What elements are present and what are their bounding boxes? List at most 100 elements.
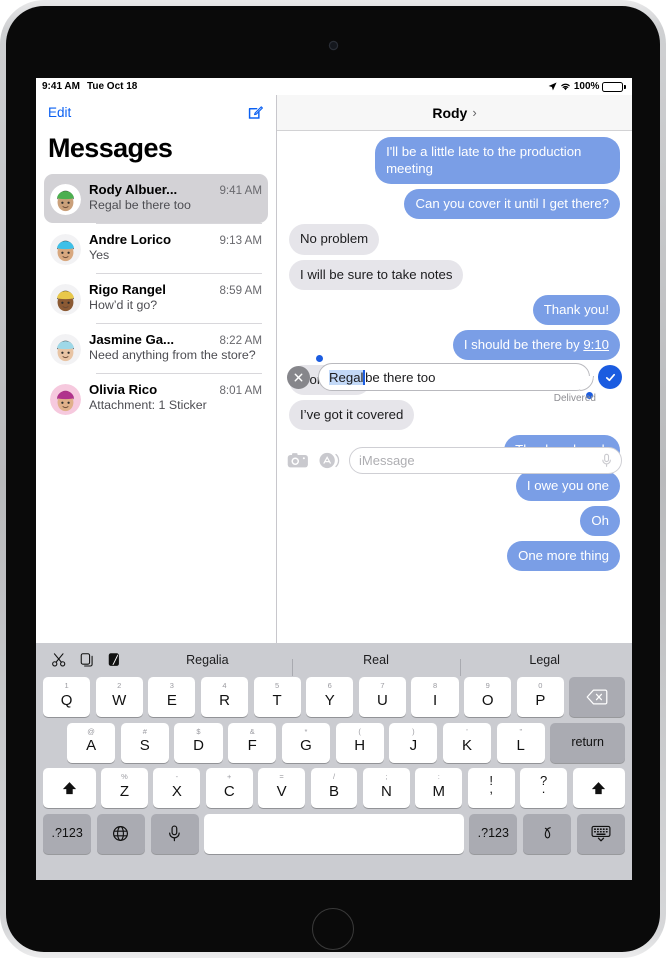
key-u[interactable]: 7U — [358, 677, 406, 717]
scissors-icon[interactable] — [52, 652, 67, 668]
key-c[interactable]: + C — [205, 768, 253, 808]
checkmark-icon[interactable] — [598, 365, 622, 389]
message-row: I’ve got it covered — [283, 400, 620, 431]
numbers-key-left[interactable]: .?123 — [43, 813, 92, 854]
front-camera — [329, 42, 337, 49]
key-x[interactable]: -X — [153, 768, 201, 808]
key-l[interactable]: ” L — [496, 722, 545, 763]
key-label: Y — [324, 691, 335, 709]
conversation-header[interactable]: Rody › — [277, 95, 632, 131]
space-key[interactable] — [204, 813, 464, 854]
key-f[interactable]: & F — [228, 722, 277, 763]
message-bubble[interactable]: I will be sure to take notes — [283, 259, 464, 290]
copy-icon[interactable] — [80, 652, 95, 668]
key-label: E — [166, 691, 177, 709]
selection-handle-start[interactable] — [315, 355, 323, 362]
autocorrect-suggestions: Regalia Real Legal — [123, 643, 629, 677]
datetime-link[interactable]: 9:10 — [583, 337, 609, 352]
key-t[interactable]: 5T — [253, 677, 301, 717]
key-b[interactable]: / B — [310, 768, 358, 808]
dismiss-keyboard-icon[interactable] — [576, 813, 626, 854]
keyboard-row-3: % Z - X + C = V / B; N: M!,?. — [39, 768, 629, 808]
globe-icon[interactable] — [96, 813, 146, 854]
key-label: N — [380, 782, 392, 800]
handwriting-icon[interactable] — [522, 813, 572, 854]
edit-button[interactable]: Edit — [48, 105, 71, 120]
app-store-icon[interactable] — [317, 451, 341, 470]
key-.[interactable]: ?. — [520, 768, 568, 808]
message-bubble[interactable]: No problem — [289, 224, 380, 255]
conversation-list-item[interactable]: Andre Lorico 9:13 AM Yes — [44, 224, 268, 273]
paste-icon[interactable] — [108, 652, 123, 668]
conversation-list-item[interactable]: Olivia Rico 8:01 AM Attachment: 1 Sticke… — [44, 374, 268, 423]
avatar — [50, 334, 81, 365]
camera-icon[interactable] — [287, 452, 309, 469]
autocorrect-suggestion[interactable]: Regalia — [123, 653, 292, 667]
shift-arrow-icon-right[interactable] — [572, 768, 626, 808]
message-bubble[interactable]: Thank you! — [532, 294, 620, 325]
key-e[interactable]: 3E — [148, 677, 196, 717]
key-label: G — [300, 737, 312, 754]
imessage-input[interactable]: iMessage — [349, 447, 622, 474]
key-d[interactable]: $ D — [174, 722, 223, 763]
message-bubble[interactable]: I owe you one — [515, 470, 620, 501]
microphone-icon[interactable] — [601, 453, 612, 468]
key-h[interactable]: (H — [335, 722, 384, 763]
conversation-time: 8:22 AM — [219, 334, 262, 347]
key-o[interactable]: 9O — [464, 677, 512, 717]
edit-message-input[interactable]: Regal be there too — [315, 355, 593, 399]
page-title: Messages — [48, 133, 173, 163]
delete-backward-icon[interactable] — [569, 677, 626, 717]
return-key[interactable]: return — [550, 722, 626, 763]
message-bubble[interactable]: One more thing — [507, 540, 625, 572]
message-bubble[interactable]: Can you cover it until I get there? — [404, 189, 625, 220]
key-alt-label: @ — [87, 726, 95, 736]
edit-message-row: Regal be there too — [287, 355, 622, 399]
numbers-key-right[interactable]: .?123 — [469, 813, 518, 854]
conversation-list-item[interactable]: Rigo Rangel 8:59 AM How’d it go? — [44, 274, 268, 323]
key-s[interactable]: # S — [120, 722, 169, 763]
message-text: I should be there by — [463, 336, 584, 352]
home-button[interactable] — [312, 908, 354, 950]
key-v[interactable]: = V — [258, 768, 306, 808]
conversation-list-item[interactable]: Jasmine Ga... 8:22 AM Need anything from… — [44, 324, 268, 373]
avatar — [50, 184, 81, 215]
message-bubble[interactable]: I'll be a little late to the production … — [375, 137, 625, 185]
key-g[interactable]: * G — [281, 722, 331, 763]
key-a[interactable]: @ A — [67, 722, 116, 763]
autocorrect-suggestion[interactable]: Legal — [460, 653, 629, 676]
shift-arrow-icon-left[interactable] — [43, 768, 96, 808]
key-alt-label: # — [142, 726, 147, 736]
message-bubble[interactable]: I’ve got it covered — [283, 400, 415, 431]
key-,[interactable]: !, — [467, 768, 515, 808]
key-p[interactable]: 0P — [516, 677, 564, 717]
message-row: One more thing — [289, 540, 625, 572]
close-x-icon[interactable] — [287, 365, 310, 389]
key-m[interactable]: :M — [415, 768, 463, 808]
ipad-device-frame: 9:41 AM Tue Oct 18 100% Edit Messages Ro… — [0, 0, 666, 958]
autocorrect-suggestion[interactable]: Real — [291, 653, 461, 676]
key-j[interactable]: ) J — [389, 722, 438, 763]
microphone-icon[interactable] — [150, 813, 199, 854]
key-q[interactable]: 1Q — [43, 677, 91, 717]
key-alt-label: * — [304, 726, 308, 736]
key-label: R — [219, 691, 230, 709]
conversation-preview: Need anything from the store? — [89, 348, 256, 362]
conversation-list: Rody Albuer... 9:41 AM Regal be there to… — [36, 174, 276, 423]
selected-text[interactable]: Regal — [329, 369, 364, 385]
keyboard-row-4: .?123 .?123 — [39, 813, 629, 854]
key-z[interactable]: % Z — [101, 768, 148, 808]
avatar — [50, 234, 81, 265]
message-bubble[interactable]: I should be there by 9:10 — [452, 329, 626, 361]
key-r[interactable]: 4R — [200, 677, 249, 717]
compose-square-pencil-icon[interactable] — [247, 104, 264, 121]
key-w[interactable]: 2W — [95, 677, 143, 717]
key-i[interactable]: 8I — [411, 677, 459, 717]
edit-tools — [39, 652, 123, 668]
key-n[interactable]: ; N — [362, 768, 410, 808]
message-bubble[interactable]: Oh — [580, 505, 620, 536]
key-alt-label: ; — [385, 772, 388, 781]
key-y[interactable]: 6Y — [306, 677, 354, 717]
conversation-list-item[interactable]: Rody Albuer... 9:41 AM Regal be there to… — [44, 174, 268, 223]
key-k[interactable]: ’ K — [442, 722, 492, 763]
